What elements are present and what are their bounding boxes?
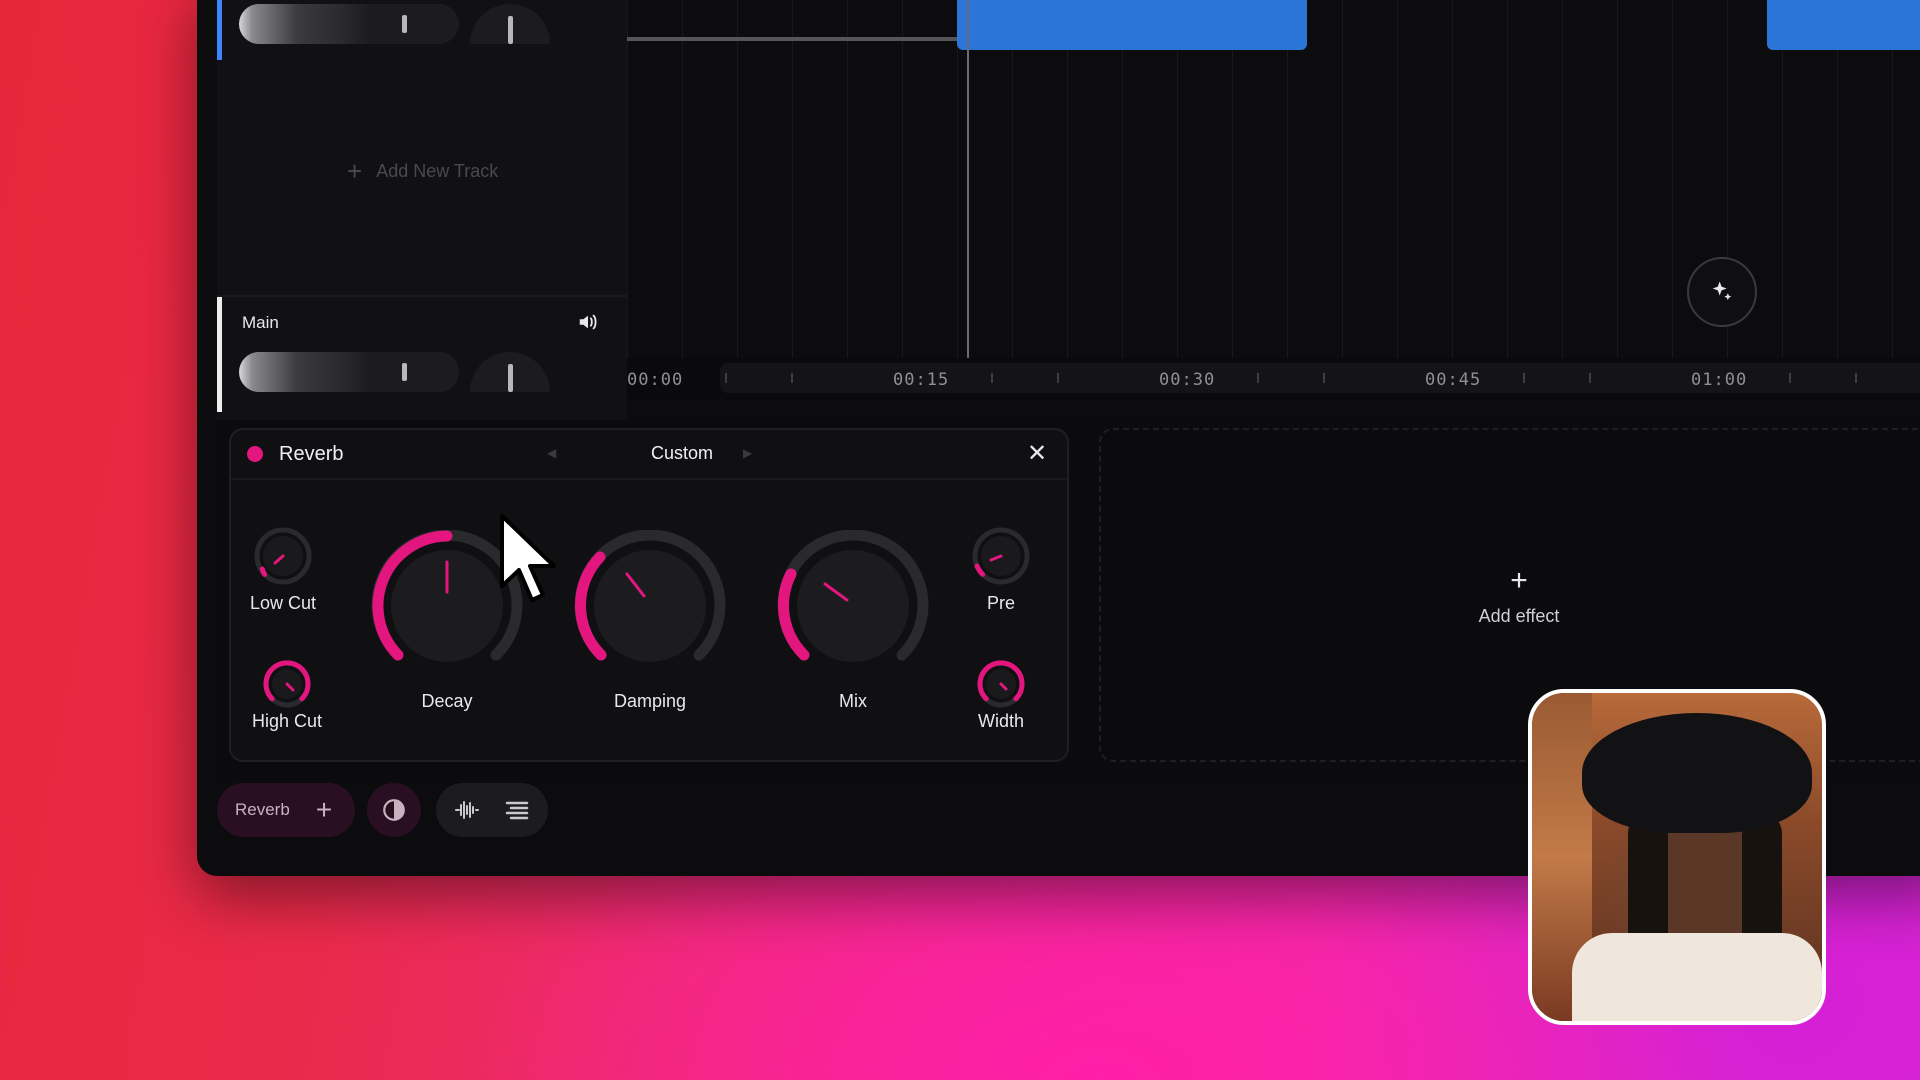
effect-enabled-indicator[interactable] xyxy=(247,446,263,462)
volume-slider[interactable] xyxy=(239,352,459,392)
ruler-label: 00:15 xyxy=(893,370,950,390)
ai-sparkle-button[interactable] xyxy=(1687,257,1757,327)
effect-title: Reverb xyxy=(279,443,344,465)
audio-clip[interactable] xyxy=(957,0,1307,50)
webcam-overlay xyxy=(1528,689,1826,1025)
damping-label: Damping xyxy=(613,691,687,711)
high-cut-label: High Cut xyxy=(251,711,323,731)
track-list-panel: + Add New Track Main xyxy=(217,0,627,420)
bottom-toolbar: Reverb + xyxy=(217,780,1117,840)
ruler-label: 01:00 xyxy=(1691,370,1748,390)
presenter-hat xyxy=(1582,713,1812,833)
contrast-icon xyxy=(383,799,405,821)
width-label: Width xyxy=(977,711,1024,731)
high-cut-knob[interactable] xyxy=(261,658,313,710)
mix-knob[interactable] xyxy=(777,530,929,682)
decay-label: Decay xyxy=(421,691,473,711)
ruler-label: 00:30 xyxy=(1159,370,1216,390)
plus-icon: + xyxy=(1510,564,1528,597)
timeline-canvas[interactable] xyxy=(627,0,1920,400)
audio-clip[interactable] xyxy=(1767,0,1920,50)
plus-icon: + xyxy=(347,156,363,186)
pan-knob[interactable] xyxy=(470,352,550,392)
list-icon[interactable] xyxy=(504,799,530,821)
volume-thumb[interactable] xyxy=(402,15,407,33)
pre-knob[interactable] xyxy=(971,526,1031,586)
effect-header: Reverb ◀ Custom ▶ ✕ xyxy=(231,430,1067,480)
preset-next-icon[interactable]: ▶ xyxy=(743,446,752,460)
mix-label: Mix xyxy=(839,691,867,711)
ruler-label: 00:00 xyxy=(627,370,684,390)
track-name: Main xyxy=(242,313,279,332)
track-row[interactable] xyxy=(217,0,627,60)
low-cut-knob[interactable] xyxy=(253,526,313,586)
waveform-icon[interactable] xyxy=(454,799,480,821)
ruler-label: 00:45 xyxy=(1425,370,1482,390)
volume-slider[interactable] xyxy=(239,4,459,44)
view-toggle-group xyxy=(436,783,548,837)
preset-selector[interactable]: Custom xyxy=(619,443,745,464)
contrast-button[interactable] xyxy=(367,783,421,837)
volume-thumb[interactable] xyxy=(402,363,407,381)
close-icon[interactable]: ✕ xyxy=(1023,440,1051,468)
volume-fill xyxy=(239,4,369,44)
reverb-effect-card: Reverb ◀ Custom ▶ ✕ Low Cut High Cut Dec… xyxy=(229,428,1069,762)
preset-prev-icon[interactable]: ◀ xyxy=(547,446,556,460)
add-icon[interactable]: + xyxy=(316,796,332,824)
volume-fill xyxy=(239,352,369,392)
track-row-main[interactable]: Main xyxy=(217,295,627,412)
damping-knob[interactable] xyxy=(574,530,726,682)
add-new-track-button[interactable]: + Add New Track xyxy=(347,158,498,184)
width-knob[interactable] xyxy=(975,658,1027,710)
presenter-shirt xyxy=(1572,933,1822,1021)
add-new-track-label: Add New Track xyxy=(376,160,499,181)
playhead[interactable] xyxy=(967,0,969,370)
time-ruler[interactable]: 00:00 00:15 00:30 00:45 01:00 xyxy=(627,358,1920,400)
low-cut-label: Low Cut xyxy=(249,593,317,613)
effect-chip-label: Reverb xyxy=(235,800,290,819)
mouse-cursor-icon xyxy=(500,514,556,602)
sparkle-icon xyxy=(1712,281,1732,301)
add-effect-label: Add effect xyxy=(1478,606,1560,626)
effect-chip-reverb[interactable]: Reverb + xyxy=(217,783,355,837)
speaker-icon[interactable] xyxy=(577,311,599,333)
pre-label: Pre xyxy=(986,593,1015,613)
progress-line xyxy=(627,37,957,41)
pan-knob[interactable] xyxy=(470,4,550,44)
